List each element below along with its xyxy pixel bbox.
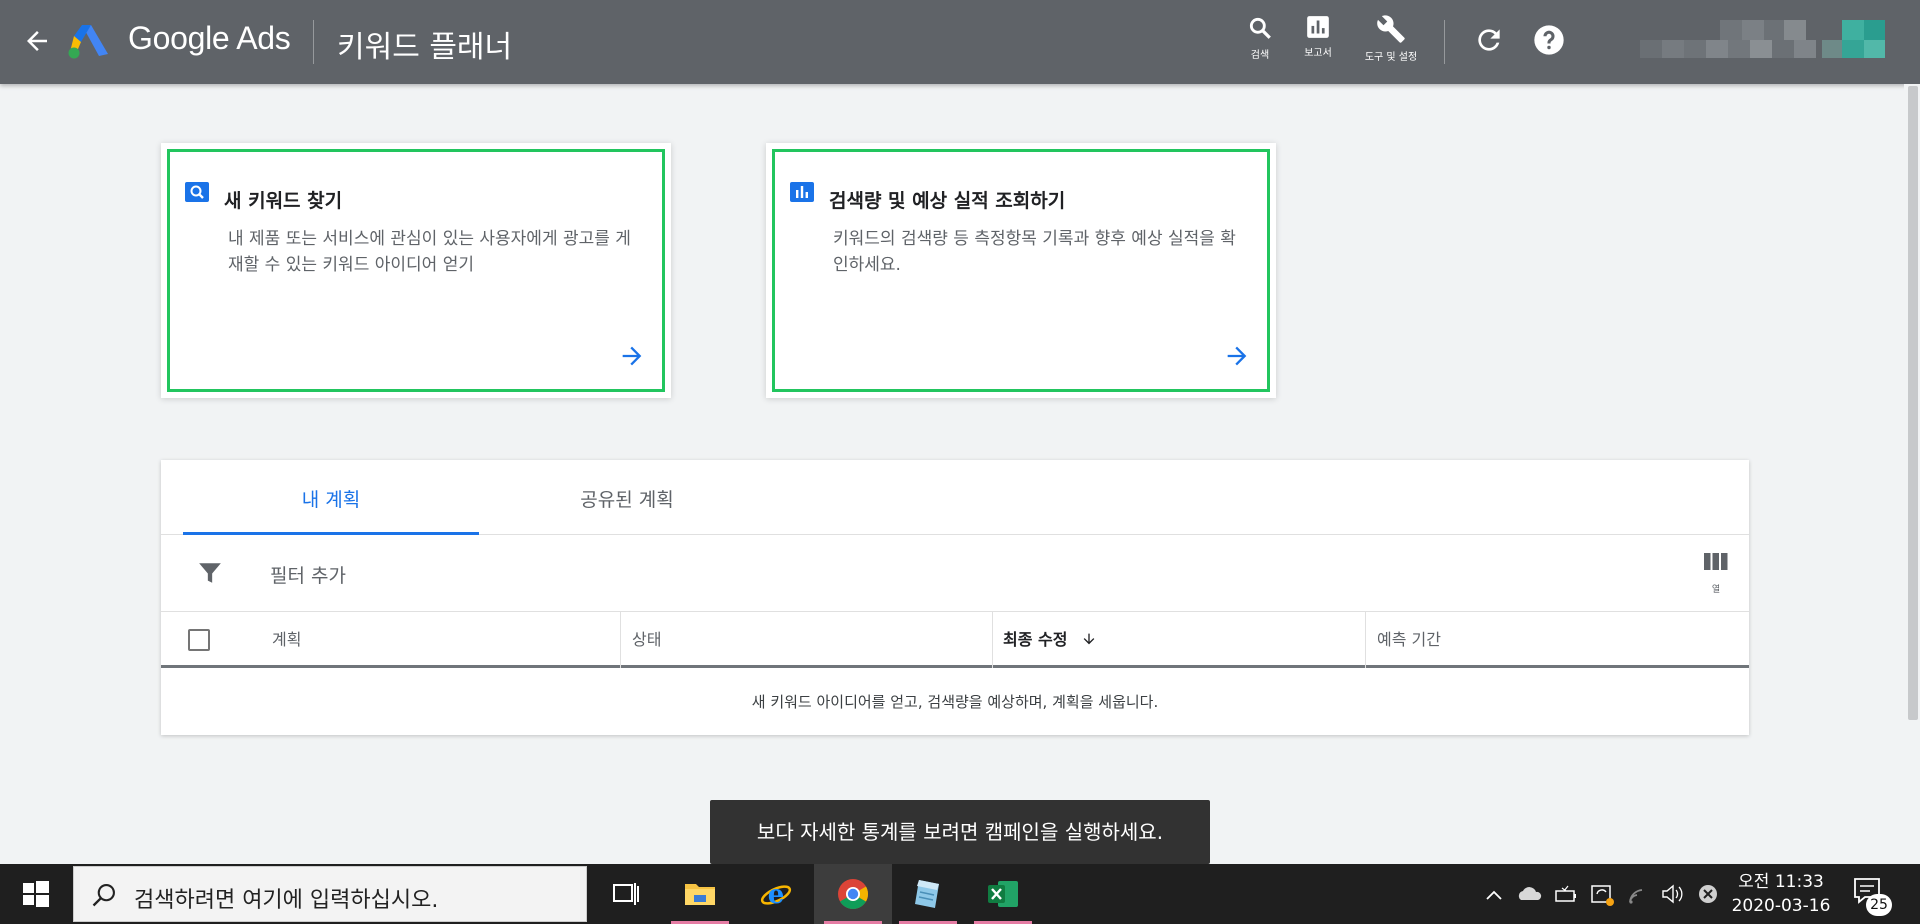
- column-header-forecast-period[interactable]: 예측 기간: [1377, 612, 1441, 668]
- table-header: 계획 상태 최종 수정 예측 기간: [161, 612, 1749, 668]
- find-new-keywords-card[interactable]: 새 키워드 찾기 내 제품 또는 서비스에 관심이 있는 사용자에게 광고를 게…: [167, 149, 665, 392]
- battery-icon[interactable]: [1552, 864, 1580, 924]
- chevron-up-icon[interactable]: [1482, 864, 1506, 924]
- search-icon: [1249, 17, 1271, 39]
- tools-settings-button[interactable]: 도구 및 설정: [1358, 14, 1424, 63]
- column-divider: [992, 612, 993, 668]
- card-description: 내 제품 또는 서비스에 관심이 있는 사용자에게 광고를 게재할 수 있는 키…: [228, 229, 631, 275]
- action-center-button[interactable]: 25: [1852, 876, 1892, 916]
- column-header-last-modified[interactable]: 최종 수정: [1003, 612, 1097, 668]
- brand-name: Google Ads: [128, 20, 291, 56]
- windows-taskbar: 검색하려면 여기에 입력하십시오. e 오전 11:33 2020-03-16 …: [0, 864, 1920, 924]
- task-view-icon: [613, 883, 639, 905]
- plans-tabs: 내 계획 공유된 계획: [161, 460, 1749, 535]
- columns-button[interactable]: 열: [1701, 552, 1731, 600]
- search-icon: [92, 884, 115, 907]
- column-divider: [620, 612, 621, 668]
- divider: [313, 20, 314, 64]
- column-header-status[interactable]: 상태: [632, 612, 661, 668]
- notepad-app[interactable]: [889, 864, 967, 924]
- columns-label: 열: [1711, 585, 1721, 595]
- tab-my-plans[interactable]: 내 계획: [183, 460, 479, 535]
- wrench-icon: [1377, 15, 1405, 43]
- volume-icon[interactable]: [1658, 864, 1686, 924]
- folder-icon: [685, 884, 715, 905]
- internet-explorer-icon: e: [760, 880, 792, 910]
- bar-chart-icon: [790, 182, 814, 202]
- tab-shared-plans[interactable]: 공유된 계획: [479, 460, 775, 535]
- filter-icon[interactable]: [197, 560, 223, 586]
- select-all-checkbox[interactable]: [188, 629, 210, 651]
- reports-icon: [1307, 16, 1329, 38]
- search-tool-label: 검색: [1250, 50, 1270, 61]
- excel-icon: [988, 881, 1018, 907]
- page-title: 키워드 플래너: [337, 30, 513, 65]
- refresh-icon[interactable]: [1473, 24, 1505, 56]
- task-view-button[interactable]: [586, 864, 664, 924]
- card-title: 새 키워드 찾기: [224, 190, 343, 212]
- notepad-icon: [915, 880, 939, 908]
- add-filter-button[interactable]: 필터 추가: [270, 561, 346, 588]
- excel-app[interactable]: [964, 864, 1042, 924]
- tools-settings-label: 도구 및 설정: [1364, 52, 1418, 63]
- column-header-plan[interactable]: 계획: [272, 612, 301, 668]
- card-title: 검색량 및 예상 실적 조회하기: [829, 190, 1066, 212]
- scrollbar-thumb[interactable]: [1908, 86, 1918, 720]
- column-header-last-modified-label: 최종 수정: [1003, 630, 1068, 649]
- divider: [1444, 20, 1445, 64]
- account-info-blurred[interactable]: [1640, 20, 1885, 60]
- plans-panel: 내 계획 공유된 계획 필터 추가 열 계획 상태 최종 수정 예측 기간 새 …: [161, 460, 1749, 735]
- columns-icon: [1704, 553, 1728, 570]
- chrome-app[interactable]: [814, 864, 892, 924]
- taskbar-search-input[interactable]: 검색하려면 여기에 입력하십시오.: [73, 866, 587, 922]
- wifi-icon[interactable]: [1624, 864, 1652, 924]
- help-icon[interactable]: [1533, 24, 1565, 56]
- back-arrow-icon[interactable]: [22, 26, 52, 56]
- forecast-search-volume-card[interactable]: 검색량 및 예상 실적 조회하기 키워드의 검색량 등 측정항목 기록과 향후 …: [772, 149, 1270, 392]
- arrow-right-icon[interactable]: [1223, 342, 1251, 370]
- reports-tool-label: 보고서: [1304, 48, 1332, 59]
- internet-explorer-app[interactable]: e: [737, 864, 815, 924]
- system-clock[interactable]: 오전 11:33 2020-03-16: [1716, 870, 1846, 918]
- onedrive-cloud-icon[interactable]: [1516, 864, 1544, 924]
- search-icon: [185, 182, 209, 202]
- filter-bar: 필터 추가 열: [161, 536, 1749, 612]
- snackbar-toast: 보다 자세한 통계를 보려면 캠페인을 실행하세요.: [710, 800, 1210, 864]
- file-explorer-app[interactable]: [661, 864, 739, 924]
- top-app-bar: Google Ads 키워드 플래너 검색 보고서 도구 및 설정: [0, 0, 1920, 84]
- column-divider: [1365, 612, 1366, 668]
- google-ads-logo: [68, 25, 108, 59]
- search-tool-button[interactable]: 검색: [1244, 14, 1276, 61]
- clock-time: 오전 11:33: [1738, 872, 1824, 892]
- svg-text:e: e: [768, 880, 785, 910]
- card-description: 키워드의 검색량 등 측정항목 기록과 향후 예상 실적을 확인하세요.: [833, 229, 1236, 275]
- clock-date: 2020-03-16: [1731, 896, 1831, 916]
- notification-count-badge: 25: [1866, 894, 1892, 916]
- reports-tool-button[interactable]: 보고서: [1298, 14, 1338, 59]
- chrome-icon: [838, 879, 869, 910]
- windows-start-icon[interactable]: [0, 864, 72, 924]
- arrow-right-icon[interactable]: [618, 342, 646, 370]
- empty-table-message: 새 키워드 아이디어를 얻고, 검색량을 예상하며, 계획을 세웁니다.: [751, 693, 1159, 711]
- sort-down-arrow-icon: [1083, 633, 1095, 645]
- taskbar-search-placeholder: 검색하려면 여기에 입력하십시오.: [134, 888, 439, 913]
- sync-alert-icon[interactable]: [1588, 864, 1616, 924]
